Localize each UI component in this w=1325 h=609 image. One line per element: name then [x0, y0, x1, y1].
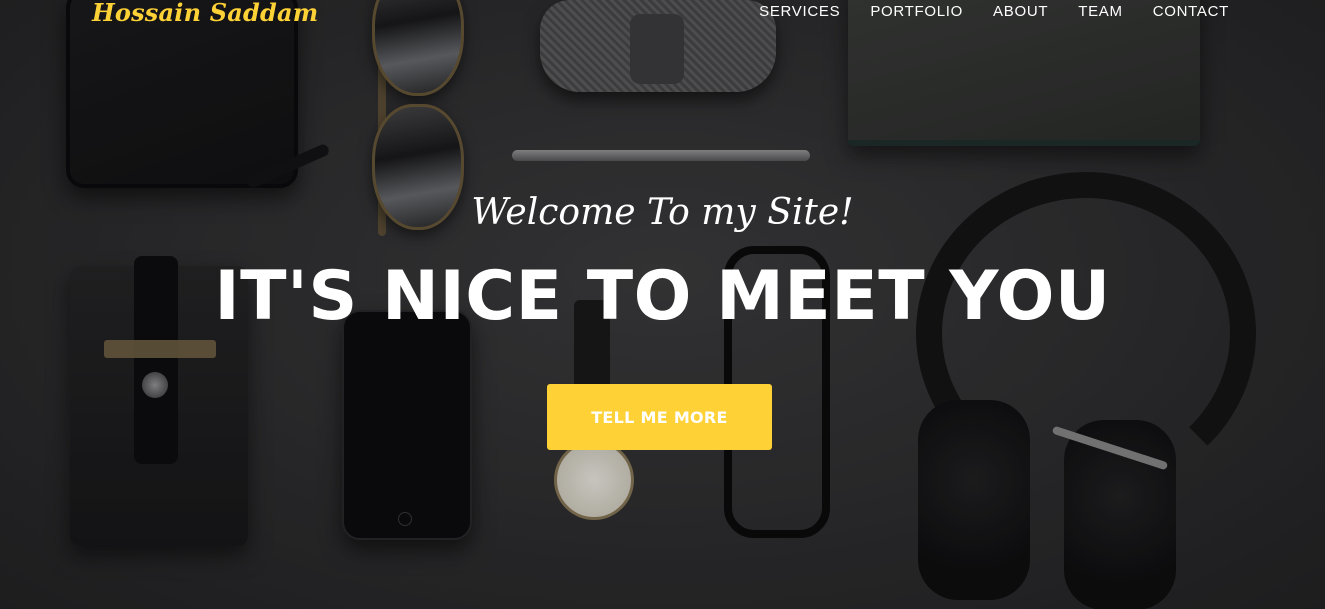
nav-item-about[interactable]: ABOUT — [978, 2, 1063, 22]
nav-item-contact[interactable]: CONTACT — [1138, 2, 1229, 22]
hero-section: Hossain Saddam SERVICES PORTFOLIO ABOUT … — [0, 0, 1325, 609]
hero-subheading: Welcome To my Site! — [471, 192, 854, 233]
nav-item-services[interactable]: SERVICES — [744, 2, 855, 22]
brand-logo[interactable]: Hossain Saddam — [92, 0, 318, 27]
nav-item-portfolio[interactable]: PORTFOLIO — [855, 2, 978, 22]
nav-item-team[interactable]: TEAM — [1063, 2, 1137, 22]
hero-heading: IT'S NICE TO MEET YOU — [214, 257, 1111, 336]
tell-me-more-button[interactable]: TELL ME MORE — [547, 384, 772, 450]
main-nav: SERVICES PORTFOLIO ABOUT TEAM CONTACT — [744, 2, 1229, 22]
